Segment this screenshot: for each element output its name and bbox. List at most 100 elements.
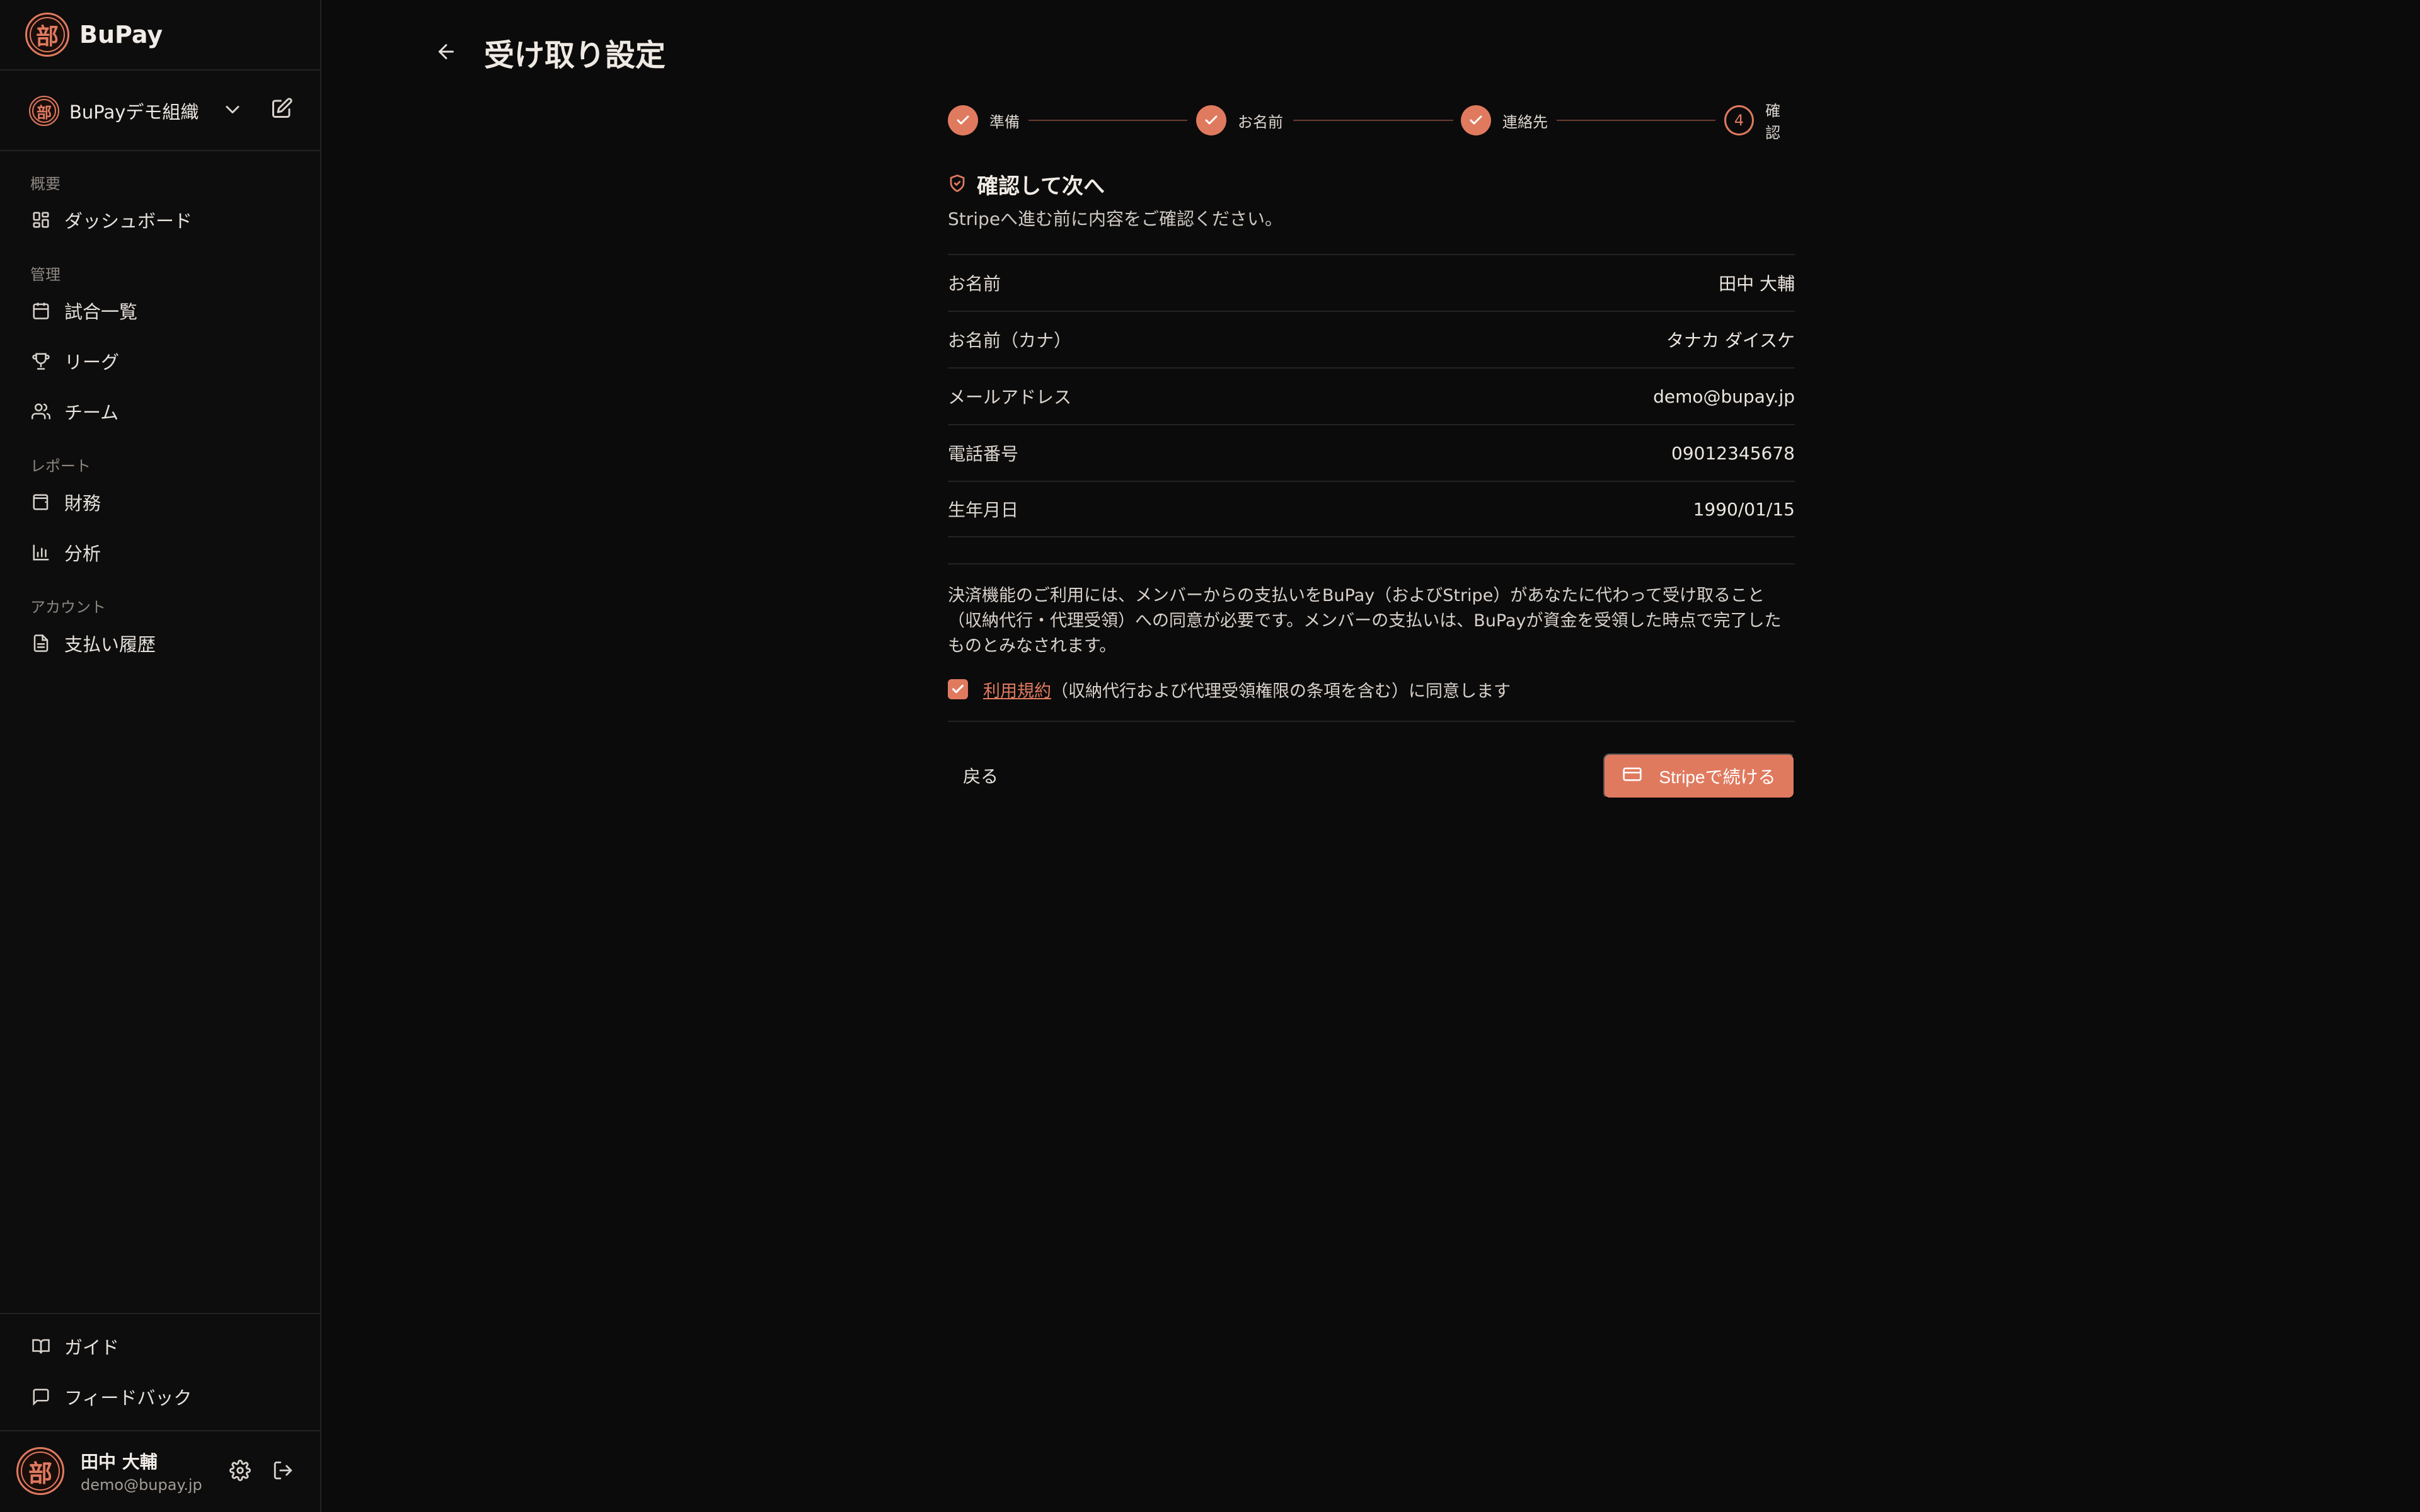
credit-card-icon bbox=[1622, 764, 1642, 789]
trophy-icon bbox=[30, 350, 52, 372]
sidebar-item-payment-history[interactable]: 支払い履歴 bbox=[30, 629, 156, 658]
continue-stripe-label: Stripeで続ける bbox=[1659, 767, 1776, 787]
step-connector bbox=[1557, 120, 1715, 121]
sidebar-item-team[interactable]: チーム bbox=[30, 397, 118, 426]
step-connector bbox=[1293, 120, 1453, 121]
terms-agreement: 利用規約 （収納代行および代理受領権限の条項を含む）に同意します bbox=[948, 677, 1511, 702]
sidebar-divider bbox=[0, 150, 321, 151]
table-row: 電話番号 09012345678 bbox=[948, 424, 1795, 481]
section-subtitle: Stripeへ進む前に内容をご確認ください。 bbox=[948, 209, 1283, 229]
message-icon bbox=[30, 1386, 52, 1407]
back-arrow-icon[interactable] bbox=[435, 40, 458, 66]
check-icon bbox=[1196, 105, 1226, 135]
nav-group-label: 概要 bbox=[30, 175, 60, 193]
org-avatar-glyph: 部 bbox=[32, 99, 56, 123]
user-name: 田中 大輔 bbox=[81, 1452, 158, 1472]
user-email: demo@bupay.jp bbox=[81, 1476, 202, 1494]
summary-table: お名前 田中 大輔 お名前（カナ） タナカ ダイスケ メールアドレス demo@bup… bbox=[948, 254, 1795, 537]
terms-text: （収納代行および代理受領権限の条項を含む）に同意します bbox=[1051, 681, 1511, 701]
wallet-icon bbox=[30, 491, 52, 513]
sidebar-item-label: チーム bbox=[64, 402, 119, 423]
step-prep: 準備 bbox=[948, 105, 1020, 136]
step-name: お名前 bbox=[1196, 105, 1283, 136]
org-name: BuPayデモ組織 bbox=[69, 101, 199, 123]
step-number: 4 bbox=[1724, 105, 1754, 135]
sidebar-item-label: ダッシュボード bbox=[64, 210, 193, 232]
divider bbox=[948, 563, 1795, 564]
consent-notice: 決済機能のご利用には、メンバーからの支払いをBuPay（およびStripe）があ… bbox=[948, 586, 1782, 656]
sidebar-item-label: 分析 bbox=[64, 543, 101, 564]
row-label: メールアドレス bbox=[948, 387, 1072, 408]
section-heading: 確認して次へ bbox=[948, 169, 1105, 200]
step-label: 確認 bbox=[1765, 102, 1781, 142]
terms-checkbox[interactable] bbox=[948, 679, 968, 699]
gear-icon[interactable] bbox=[229, 1460, 251, 1484]
row-label: お名前（カナ） bbox=[948, 330, 1072, 351]
chevron-down-icon[interactable] bbox=[221, 98, 244, 123]
shield-check-icon bbox=[948, 174, 967, 195]
org-switcher[interactable]: 部 BuPayデモ組織 bbox=[29, 94, 294, 127]
row-value: タナカ ダイスケ bbox=[1666, 330, 1795, 351]
check-icon bbox=[1461, 105, 1491, 135]
stepper: 準備 お名前 連絡先 4 確認 bbox=[948, 102, 1795, 142]
nav-group-label: 管理 bbox=[30, 266, 60, 284]
continue-stripe-button[interactable]: Stripeで続ける bbox=[1603, 753, 1795, 799]
logout-icon[interactable] bbox=[272, 1460, 294, 1484]
table-row: お名前 田中 大輔 bbox=[948, 254, 1795, 311]
row-value: 09012345678 bbox=[1671, 442, 1795, 464]
sidebar-divider bbox=[0, 1313, 321, 1314]
page-title: 受け取り設定 bbox=[484, 38, 666, 73]
nav-group-label: レポート bbox=[30, 457, 91, 475]
step-contact: 連絡先 bbox=[1461, 105, 1548, 136]
sidebar-item-label: 財務 bbox=[64, 493, 101, 514]
sidebar-item-matches[interactable]: 試合一覧 bbox=[30, 296, 137, 325]
avatar-glyph: 部 bbox=[21, 1452, 60, 1491]
users-icon bbox=[30, 401, 52, 422]
brand-logo-glyph: 部 bbox=[30, 17, 65, 52]
sidebar-item-label: フィードバック bbox=[64, 1387, 192, 1409]
receipt-icon bbox=[30, 633, 52, 654]
sidebar-divider bbox=[0, 1430, 321, 1431]
user-card: 部 田中 大輔 demo@bupay.jp bbox=[16, 1446, 306, 1496]
row-value: demo@bupay.jp bbox=[1653, 386, 1795, 407]
grid-icon bbox=[30, 209, 52, 231]
brand[interactable]: 部 BuPay bbox=[25, 13, 163, 57]
table-row: 生年月日 1990/01/15 bbox=[948, 481, 1795, 537]
row-value: 田中 大輔 bbox=[1719, 273, 1795, 294]
sidebar-item-finance[interactable]: 財務 bbox=[30, 488, 101, 517]
row-label: お名前 bbox=[948, 273, 1001, 294]
row-label: 電話番号 bbox=[948, 444, 1019, 464]
step-connector bbox=[1028, 120, 1187, 121]
sidebar-item-guide[interactable]: ガイド bbox=[30, 1332, 119, 1361]
row-label: 生年月日 bbox=[948, 500, 1019, 520]
calendar-icon bbox=[30, 300, 52, 321]
row-value: 1990/01/15 bbox=[1693, 498, 1795, 520]
step-label: 連絡先 bbox=[1502, 113, 1548, 131]
sidebar-item-league[interactable]: リーグ bbox=[30, 346, 119, 375]
back-button[interactable]: 戻る bbox=[948, 753, 1013, 798]
table-row: お名前（カナ） タナカ ダイスケ bbox=[948, 311, 1795, 367]
step-label: 準備 bbox=[989, 113, 1020, 131]
sidebar-item-label: ガイド bbox=[64, 1337, 120, 1358]
book-icon bbox=[30, 1336, 52, 1357]
terms-link[interactable]: 利用規約 bbox=[983, 677, 1051, 702]
brand-name: BuPay bbox=[79, 21, 163, 49]
bar-chart-icon bbox=[30, 542, 52, 563]
sidebar-item-label: リーグ bbox=[64, 352, 120, 373]
edit-icon[interactable] bbox=[270, 97, 293, 122]
section-title: 確認して次へ bbox=[977, 174, 1105, 199]
step-label: お名前 bbox=[1238, 113, 1283, 131]
nav-group-label: アカウント bbox=[30, 598, 106, 616]
sidebar-item-dashboard[interactable]: ダッシュボード bbox=[30, 205, 192, 234]
sidebar-item-feedback[interactable]: フィードバック bbox=[30, 1382, 192, 1411]
avatar[interactable]: 部 bbox=[16, 1447, 64, 1495]
sidebar-divider bbox=[0, 69, 321, 71]
divider bbox=[948, 721, 1795, 722]
sidebar-item-label: 試合一覧 bbox=[64, 301, 138, 323]
org-avatar: 部 bbox=[29, 96, 59, 126]
sidebar: 部 BuPay 部 BuPayデモ組織 概要 ダッシュボード 管理 試合一覧 リ… bbox=[0, 0, 321, 1512]
sidebar-item-label: 支払い履歴 bbox=[64, 634, 156, 655]
step-confirm: 4 確認 bbox=[1724, 102, 1795, 142]
sidebar-item-analytics[interactable]: 分析 bbox=[30, 538, 101, 567]
brand-logo: 部 bbox=[25, 13, 69, 57]
